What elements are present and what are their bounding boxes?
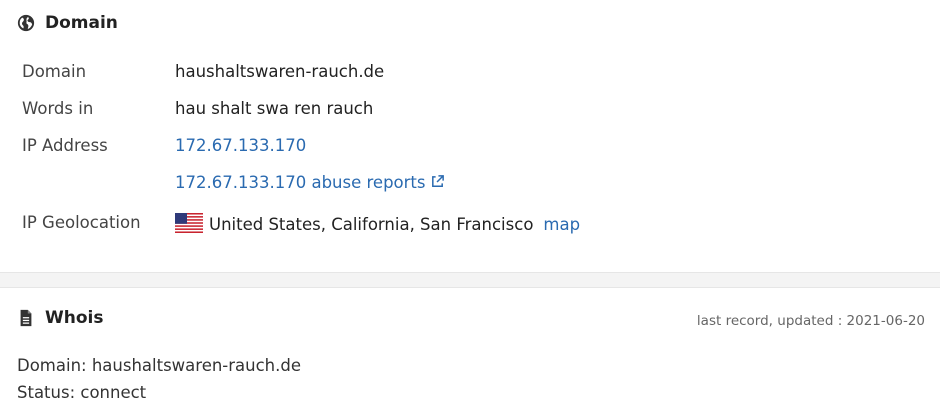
value-domain: haushaltswaren-rauch.de	[175, 62, 385, 81]
domain-section-title: Domain	[45, 13, 118, 33]
abuse-reports-label: 172.67.133.170 abuse reports	[175, 173, 426, 192]
whois-line: Domain: haushaltswaren-rauch.de	[17, 356, 302, 375]
label-geolocation: IP Geolocation	[22, 213, 141, 232]
value-words: hau shalt swa ren rauch	[175, 99, 374, 118]
whois-section-title: Whois	[45, 308, 104, 328]
map-link[interactable]: map	[543, 215, 580, 234]
section-divider	[0, 272, 940, 288]
whois-header: Whois	[17, 308, 103, 328]
document-icon	[20, 309, 32, 327]
whois-updated-text: last record, updated : 2021-06-20	[696, 313, 925, 329]
whois-line: Status: connect	[17, 383, 147, 402]
abuse-value-wrap: 172.67.133.170 abuse reports	[175, 173, 445, 192]
globe-icon	[17, 14, 35, 32]
domain-section: Domain Domain haushaltswaren-rauch.de Wo…	[0, 0, 940, 272]
us-flag-icon	[175, 213, 203, 233]
abuse-reports-link[interactable]: 172.67.133.170 abuse reports	[175, 173, 445, 192]
external-link-icon	[432, 175, 445, 187]
label-ip-address: IP Address	[22, 136, 108, 155]
label-domain: Domain	[22, 62, 87, 81]
label-words: Words in	[22, 99, 94, 118]
ip-value-wrap: 172.67.133.170	[175, 136, 306, 155]
geo-value-wrap: United States, California, San Francisco…	[175, 213, 580, 234]
geolocation-text: United States, California, San Francisco	[209, 215, 534, 234]
domain-header: Domain	[17, 13, 118, 33]
ip-address-link[interactable]: 172.67.133.170	[175, 136, 306, 155]
